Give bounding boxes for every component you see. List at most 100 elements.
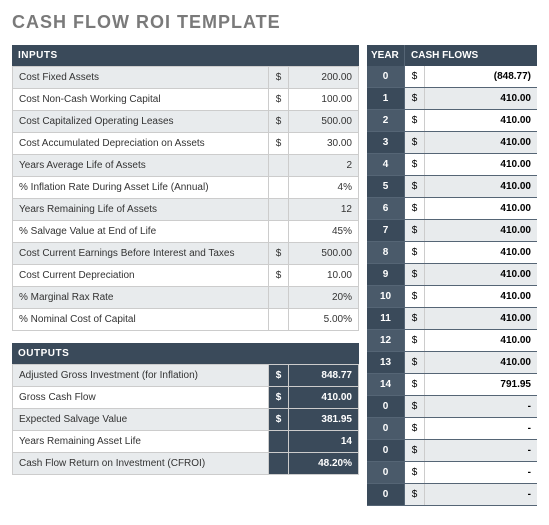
cashflow-value: 410.00 bbox=[425, 264, 537, 285]
input-value: 500.00 bbox=[289, 111, 359, 133]
currency-symbol: $ bbox=[269, 409, 289, 431]
cashflow-value: 410.00 bbox=[425, 242, 537, 263]
input-label: Cost Non-Cash Working Capital bbox=[13, 89, 269, 111]
currency-symbol: $ bbox=[405, 198, 425, 219]
cashflow-row: 12$410.00 bbox=[367, 330, 537, 352]
table-row: Cash Flow Return on Investment (CFROI)48… bbox=[13, 453, 359, 475]
cashflow-value: 410.00 bbox=[425, 176, 537, 197]
currency-symbol: $ bbox=[269, 365, 289, 387]
table-row: Cost Current Earnings Before Interest an… bbox=[13, 243, 359, 265]
currency-symbol: $ bbox=[405, 132, 425, 153]
cashflow-value: 410.00 bbox=[425, 154, 537, 175]
input-label: Cost Accumulated Depreciation on Assets bbox=[13, 133, 269, 155]
table-row: Cost Current Depreciation$10.00 bbox=[13, 265, 359, 287]
cashflows-column-header: CASH FLOWS bbox=[405, 45, 537, 66]
cashflow-year: 0 bbox=[367, 418, 405, 439]
cashflow-table: 0$(848.77)1$410.002$410.003$410.004$410.… bbox=[367, 66, 537, 506]
cashflow-row: 14$791.95 bbox=[367, 374, 537, 396]
currency-symbol bbox=[269, 155, 289, 177]
currency-symbol: $ bbox=[405, 396, 425, 417]
output-value: 410.00 bbox=[289, 387, 359, 409]
table-row: Cost Capitalized Operating Leases$500.00 bbox=[13, 111, 359, 133]
cashflow-value: 791.95 bbox=[425, 374, 537, 395]
table-row: Adjusted Gross Investment (for Inflation… bbox=[13, 365, 359, 387]
input-value: 2 bbox=[289, 155, 359, 177]
currency-symbol bbox=[269, 287, 289, 309]
currency-symbol bbox=[269, 199, 289, 221]
cashflow-row: 0$- bbox=[367, 462, 537, 484]
cashflow-year: 8 bbox=[367, 242, 405, 263]
cashflow-year: 7 bbox=[367, 220, 405, 241]
cashflow-year: 10 bbox=[367, 286, 405, 307]
cashflow-value: 410.00 bbox=[425, 132, 537, 153]
table-row: Years Remaining Life of Assets12 bbox=[13, 199, 359, 221]
input-label: % Inflation Rate During Asset Life (Annu… bbox=[13, 177, 269, 199]
currency-symbol: $ bbox=[405, 484, 425, 505]
cashflow-year: 14 bbox=[367, 374, 405, 395]
cashflow-row: 0$- bbox=[367, 418, 537, 440]
output-label: Years Remaining Asset Life bbox=[13, 431, 269, 453]
input-value: 500.00 bbox=[289, 243, 359, 265]
cashflow-value: 410.00 bbox=[425, 330, 537, 351]
input-label: % Nominal Cost of Capital bbox=[13, 309, 269, 331]
currency-symbol: $ bbox=[269, 111, 289, 133]
cashflow-year: 12 bbox=[367, 330, 405, 351]
currency-symbol: $ bbox=[269, 265, 289, 287]
input-value: 100.00 bbox=[289, 89, 359, 111]
cashflow-value: - bbox=[425, 396, 537, 417]
table-row: Cost Fixed Assets$200.00 bbox=[13, 67, 359, 89]
input-label: Cost Capitalized Operating Leases bbox=[13, 111, 269, 133]
cashflow-year: 5 bbox=[367, 176, 405, 197]
currency-symbol: $ bbox=[269, 133, 289, 155]
input-value: 5.00% bbox=[289, 309, 359, 331]
cashflow-row: 2$410.00 bbox=[367, 110, 537, 132]
currency-symbol: $ bbox=[405, 154, 425, 175]
cashflow-value: 410.00 bbox=[425, 110, 537, 131]
cashflow-year: 4 bbox=[367, 154, 405, 175]
input-value: 20% bbox=[289, 287, 359, 309]
input-value: 4% bbox=[289, 177, 359, 199]
output-label: Gross Cash Flow bbox=[13, 387, 269, 409]
currency-symbol: $ bbox=[405, 286, 425, 307]
currency-symbol: $ bbox=[405, 88, 425, 109]
output-label: Cash Flow Return on Investment (CFROI) bbox=[13, 453, 269, 475]
output-value: 381.95 bbox=[289, 409, 359, 431]
cashflow-row: 5$410.00 bbox=[367, 176, 537, 198]
cashflow-row: 3$410.00 bbox=[367, 132, 537, 154]
cashflow-row: 0$- bbox=[367, 484, 537, 506]
currency-symbol: $ bbox=[405, 220, 425, 241]
cashflow-row: 6$410.00 bbox=[367, 198, 537, 220]
cashflow-row: 0$(848.77) bbox=[367, 66, 537, 88]
currency-symbol: $ bbox=[405, 66, 425, 87]
cashflow-year: 9 bbox=[367, 264, 405, 285]
cashflow-value: 410.00 bbox=[425, 88, 537, 109]
cashflow-row: 11$410.00 bbox=[367, 308, 537, 330]
output-value: 14 bbox=[289, 431, 359, 453]
table-row: % Nominal Cost of Capital 5.00% bbox=[13, 309, 359, 331]
currency-symbol bbox=[269, 453, 289, 475]
page-title: CASH FLOW ROI TEMPLATE bbox=[12, 12, 537, 33]
cashflow-row: 0$- bbox=[367, 440, 537, 462]
input-label: Years Remaining Life of Assets bbox=[13, 199, 269, 221]
output-label: Expected Salvage Value bbox=[13, 409, 269, 431]
outputs-header: OUTPUTS bbox=[12, 343, 359, 364]
cashflow-value: - bbox=[425, 462, 537, 483]
cashflow-row: 13$410.00 bbox=[367, 352, 537, 374]
cashflow-year: 11 bbox=[367, 308, 405, 329]
cashflow-year: 2 bbox=[367, 110, 405, 131]
currency-symbol: $ bbox=[405, 264, 425, 285]
table-row: % Marginal Rax Rate20% bbox=[13, 287, 359, 309]
currency-symbol bbox=[269, 431, 289, 453]
table-row: % Salvage Value at End of Life45% bbox=[13, 221, 359, 243]
cashflow-value: 410.00 bbox=[425, 198, 537, 219]
currency-symbol: $ bbox=[405, 374, 425, 395]
cashflow-year: 0 bbox=[367, 484, 405, 505]
input-label: Cost Fixed Assets bbox=[13, 67, 269, 89]
cashflow-year: 0 bbox=[367, 440, 405, 461]
cashflow-year: 0 bbox=[367, 396, 405, 417]
table-row: Years Remaining Asset Life 14 bbox=[13, 431, 359, 453]
cashflow-year: 0 bbox=[367, 462, 405, 483]
input-value: 30.00 bbox=[289, 133, 359, 155]
currency-symbol: $ bbox=[269, 387, 289, 409]
inputs-header: INPUTS bbox=[12, 45, 359, 66]
